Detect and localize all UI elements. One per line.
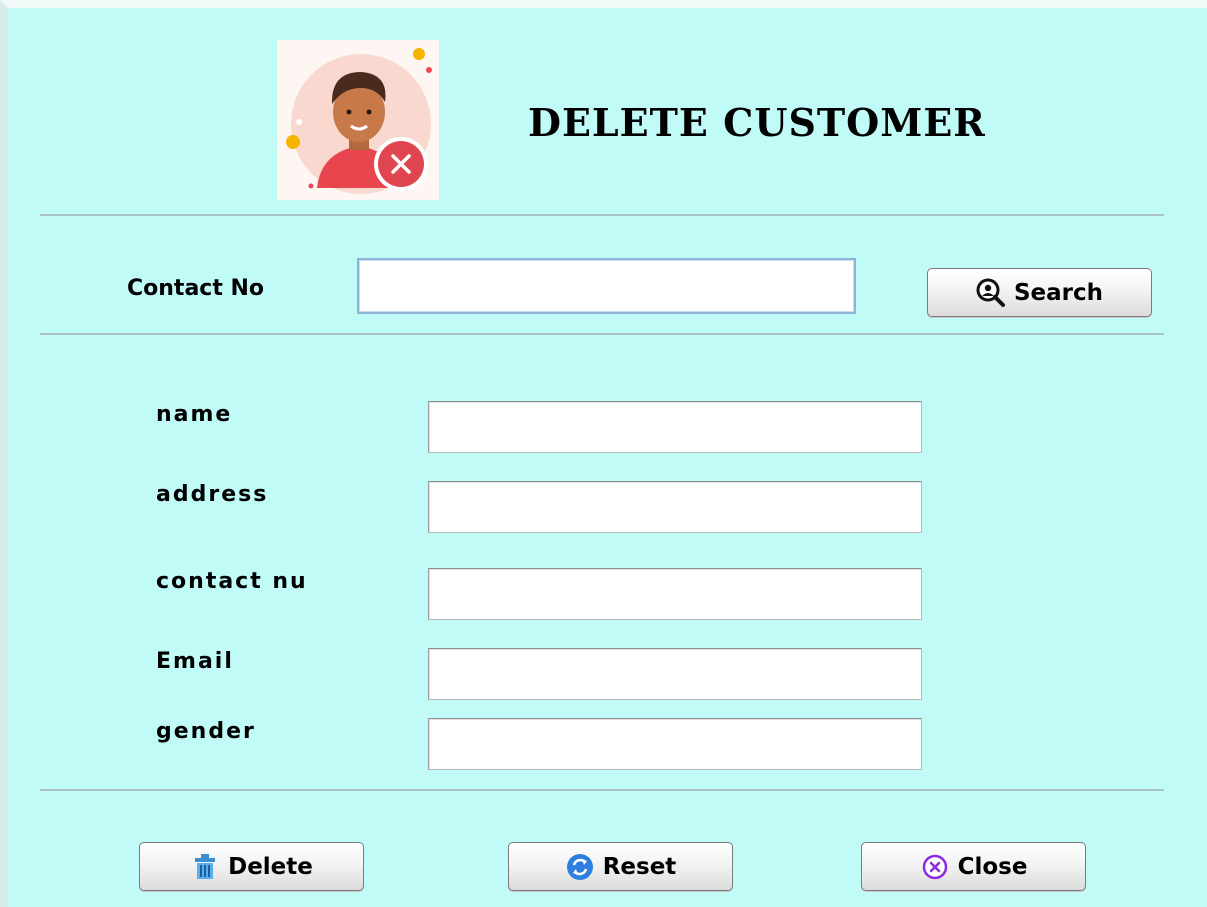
gender-input[interactable] xyxy=(428,718,922,770)
divider xyxy=(40,214,1164,216)
name-label: name xyxy=(156,402,233,427)
divider xyxy=(40,789,1164,791)
name-input[interactable] xyxy=(428,401,922,453)
close-button-label: Close xyxy=(957,853,1028,880)
customer-remove-avatar-icon xyxy=(286,48,432,194)
delete-button-label: Delete xyxy=(228,853,313,880)
contact-no-label: Contact No xyxy=(127,276,265,301)
email-label: Email xyxy=(156,649,234,674)
close-button[interactable]: Close xyxy=(861,842,1086,891)
delete-customer-window: DELETE CUSTOMER Contact No Search name a… xyxy=(0,0,1207,907)
address-input[interactable] xyxy=(428,481,922,533)
reset-button-label: Reset xyxy=(602,853,677,880)
trash-icon xyxy=(190,852,220,882)
contact-number-label: contact nu xyxy=(156,569,308,594)
delete-button[interactable]: Delete xyxy=(139,842,364,891)
search-user-icon xyxy=(976,278,1006,308)
customer-avatar-image xyxy=(277,40,439,200)
search-button-label: Search xyxy=(1013,279,1104,306)
email-input[interactable] xyxy=(428,648,922,700)
page-title: DELETE CUSTOMER xyxy=(528,100,986,145)
search-button[interactable]: Search xyxy=(927,268,1152,317)
address-label: address xyxy=(156,482,269,507)
close-circle-icon xyxy=(920,852,950,882)
reset-button[interactable]: Reset xyxy=(508,842,733,891)
contact-number-input[interactable] xyxy=(428,568,922,620)
divider xyxy=(40,333,1164,335)
refresh-icon xyxy=(565,852,595,882)
contact-no-input[interactable] xyxy=(357,258,856,314)
gender-label: gender xyxy=(156,719,256,744)
